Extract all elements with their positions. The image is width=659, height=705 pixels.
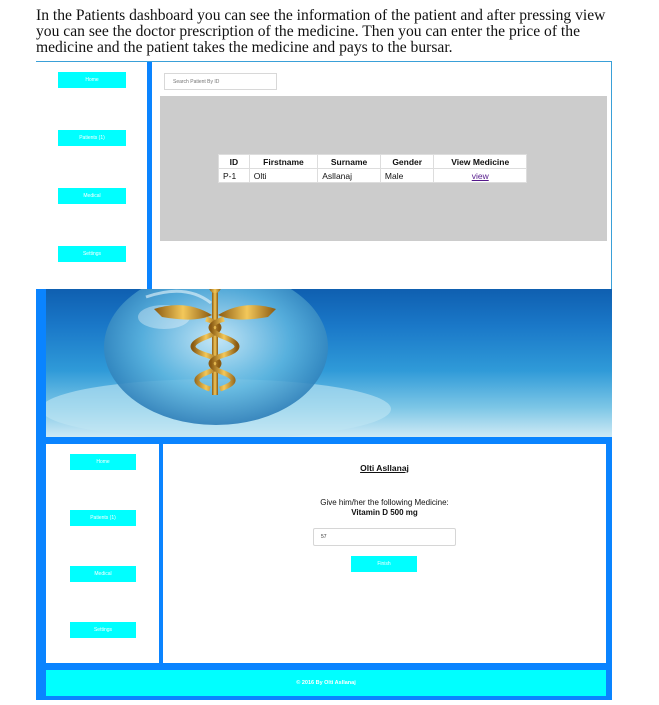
footer-copyright: © 2016 By Olti Asllanaj [46,670,606,696]
nav-home-button[interactable]: Home [58,72,126,88]
cell-id: P-1 [218,168,250,183]
cell-surname: Asllanaj [317,168,381,183]
medical-banner-image [46,289,612,437]
price-input[interactable] [313,528,456,546]
nav-medical-button[interactable]: Medical [58,188,126,204]
view-medicine-link[interactable]: view [472,171,489,181]
nav-settings-button[interactable]: Settings [58,246,126,262]
nav-medical-button[interactable]: Medical [70,566,136,582]
cell-firstname: Olti [248,168,319,183]
column-header-firstname: Firstname [248,154,319,169]
sidebar: Home Patients (1) Medical Settings [46,444,159,663]
table-header-row: ID Firstname Surname Gender View Medicin… [218,154,527,169]
column-header-gender: Gender [379,154,435,169]
patients-panel: ID Firstname Surname Gender View Medicin… [160,96,607,241]
cell-view-medicine: view [433,168,527,183]
patient-name-heading: Olti Asllanaj [360,463,409,473]
finish-button[interactable]: Finish [351,556,417,572]
sidebar: Home Patients (1) Medical Settings [36,62,152,290]
medicine-name: Vitamin D 500 mg [351,508,418,517]
instruction-text: Give him/her the following Medicine: [320,498,449,507]
table-row: P-1 Olti Asllanaj Male view [218,168,527,183]
search-patient-input[interactable] [164,73,277,90]
column-header-view-medicine: View Medicine [433,154,527,169]
nav-home-button[interactable]: Home [70,454,136,470]
patients-table: ID Firstname Surname Gender View Medicin… [218,154,527,183]
column-header-surname: Surname [317,154,381,169]
column-header-id: ID [218,154,250,169]
nav-patients-button[interactable]: Patients (1) [58,130,126,146]
nav-settings-button[interactable]: Settings [70,622,136,638]
medicine-page-screenshot: Home Patients (1) Medical Settings Olti … [36,289,612,700]
nav-patients-button[interactable]: Patients (1) [70,510,136,526]
patients-dashboard-screenshot: Home Patients (1) Medical Settings ID Fi… [36,61,612,290]
caduceus-sphere-illustration [46,289,391,437]
intro-paragraph: In the Patients dashboard you can see th… [36,7,606,56]
prescription-panel: Olti Asllanaj Give him/her the following… [163,444,606,663]
cell-gender: Male [379,168,435,183]
